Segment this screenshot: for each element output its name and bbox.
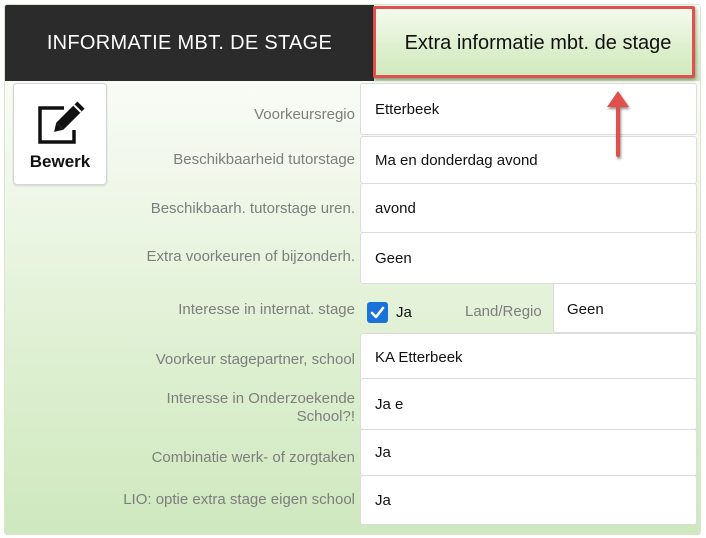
pencil-edit-icon — [38, 100, 85, 144]
checkbox-label-ja: Ja — [396, 304, 412, 321]
checkmark-icon — [370, 306, 385, 319]
edit-button-label: Bewerk — [29, 152, 91, 171]
field-voorkeursregio[interactable]: Etterbeek — [360, 83, 697, 135]
internat-stage-checkbox[interactable] — [367, 302, 388, 323]
field-combinatie-werk[interactable]: Ja — [360, 429, 697, 476]
field-extra-voorkeuren[interactable]: Geen — [360, 232, 697, 284]
label-combinatie-werk: Combinatie werk- of zorgtaken — [151, 449, 355, 466]
label-voorkeursregio: Voorkeursregio — [254, 106, 355, 123]
label-tutorstage-uren: Beschikbaarh. tutorstage uren. — [150, 200, 355, 217]
edit-button[interactable]: Bewerk — [13, 83, 107, 185]
label-land-regio: Land/Regio — [465, 303, 542, 320]
label-interesse-internat: Interesse in internat. stage — [178, 301, 355, 318]
field-land-regio[interactable]: Geen — [553, 283, 697, 333]
label-onderzoekende-school-line1: Interesse in Onderzoekende — [166, 390, 355, 407]
label-extra-voorkeuren: Extra voorkeuren of bijzonderh. — [146, 248, 355, 265]
field-beschikbaarheid-tutorstage[interactable]: Ma en donderdag avond — [360, 136, 697, 184]
tab-extra-informatie[interactable]: Extra informatie mbt. de stage — [374, 5, 700, 81]
field-tutorstage-uren[interactable]: avond — [360, 183, 697, 233]
label-voorkeur-stagepartner: Voorkeur stagepartner, school — [155, 351, 355, 368]
field-onderzoekende-school[interactable]: Ja e — [360, 378, 697, 430]
field-voorkeur-stagepartner[interactable]: KA Etterbeek — [360, 333, 697, 381]
up-arrow-icon — [607, 91, 629, 157]
label-beschikbaarheid-tutorstage: Beschikbaarheid tutorstage — [173, 151, 355, 168]
page-title: INFORMATIE MBT. DE STAGE — [5, 5, 374, 81]
stage-info-panel: INFORMATIE MBT. DE STAGE Extra informati… — [4, 4, 701, 535]
label-lio-optie: LIO: optie extra stage eigen school — [123, 491, 355, 508]
field-lio-optie[interactable]: Ja — [360, 475, 697, 525]
label-onderzoekende-school-line2: School?! — [296, 408, 355, 425]
